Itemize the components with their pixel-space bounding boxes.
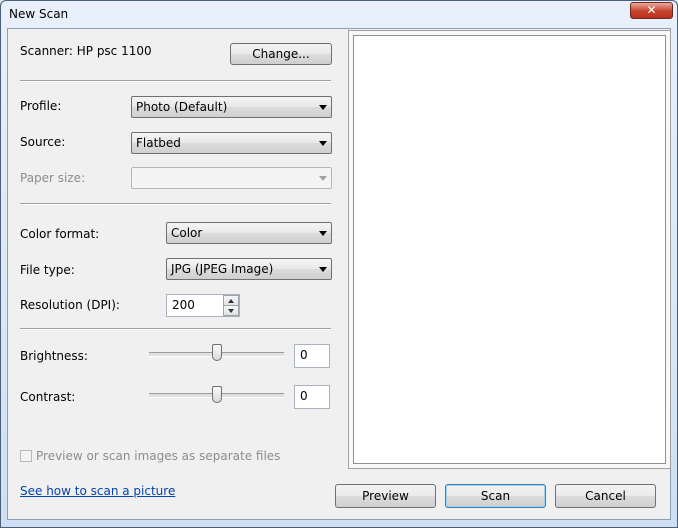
chevron-down-icon (319, 141, 327, 146)
contrast-slider-thumb[interactable] (212, 386, 222, 403)
file-type-label: File type: (20, 263, 75, 277)
scan-button-label: Scan (480, 489, 511, 503)
resolution-value: 200 (172, 298, 195, 312)
chevron-down-icon (319, 176, 327, 181)
contrast-input[interactable]: 0 (294, 385, 330, 409)
change-button-label: Change... (252, 47, 310, 61)
arrow-down-icon (228, 309, 234, 313)
spin-down-button[interactable] (223, 305, 239, 316)
source-label: Source: (20, 135, 66, 149)
color-format-dropdown[interactable]: Color (166, 222, 332, 244)
file-type-value: JPG (JPEG Image) (171, 262, 274, 276)
resolution-spinner[interactable]: 200 (166, 294, 240, 317)
color-format-label: Color format: (20, 227, 100, 241)
new-scan-window: New Scan ✕ Scanner: HP psc 1100 Change..… (0, 0, 678, 528)
cancel-button[interactable]: Cancel (555, 484, 656, 508)
profile-label: Profile: (20, 99, 62, 113)
resolution-label: Resolution (DPI): (20, 298, 120, 312)
window-title: New Scan (9, 7, 69, 21)
chevron-down-icon (319, 231, 327, 236)
chevron-down-icon (319, 267, 327, 272)
scanner-label: Scanner: HP psc 1100 (20, 44, 152, 58)
change-scanner-button[interactable]: Change... (230, 43, 332, 65)
file-type-dropdown[interactable]: JPG (JPEG Image) (166, 258, 332, 280)
separator (20, 203, 331, 205)
color-format-value: Color (171, 226, 203, 240)
source-dropdown[interactable]: Flatbed (131, 132, 332, 154)
cancel-button-label: Cancel (585, 489, 626, 503)
separator (20, 80, 331, 82)
paper-size-label: Paper size: (20, 171, 86, 185)
preview-frame (348, 30, 671, 469)
brightness-input[interactable]: 0 (294, 344, 330, 368)
source-value: Flatbed (136, 136, 181, 150)
contrast-value: 0 (300, 389, 308, 403)
separate-files-label: Preview or scan images as separate files (36, 449, 281, 463)
separator (20, 328, 331, 330)
paper-size-dropdown (131, 167, 332, 189)
title-bar[interactable]: New Scan ✕ (1, 1, 677, 29)
arrow-up-icon (228, 299, 234, 303)
close-button[interactable]: ✕ (630, 2, 673, 19)
chevron-down-icon (319, 105, 327, 110)
profile-dropdown[interactable]: Photo (Default) (131, 96, 332, 118)
brightness-label: Brightness: (20, 349, 88, 363)
scan-preview-area (353, 35, 666, 464)
preview-button[interactable]: Preview (335, 484, 436, 508)
brightness-value: 0 (300, 348, 308, 362)
brightness-slider-thumb[interactable] (212, 344, 222, 361)
dialog-client-area: Scanner: HP psc 1100 Change... Profile: … (7, 28, 671, 520)
help-link[interactable]: See how to scan a picture (20, 484, 175, 498)
preview-button-label: Preview (362, 489, 409, 503)
close-icon: ✕ (646, 3, 657, 17)
scan-button[interactable]: Scan (445, 484, 546, 508)
contrast-label: Contrast: (20, 390, 76, 404)
profile-value: Photo (Default) (136, 100, 228, 114)
separate-files-checkbox (20, 450, 32, 462)
